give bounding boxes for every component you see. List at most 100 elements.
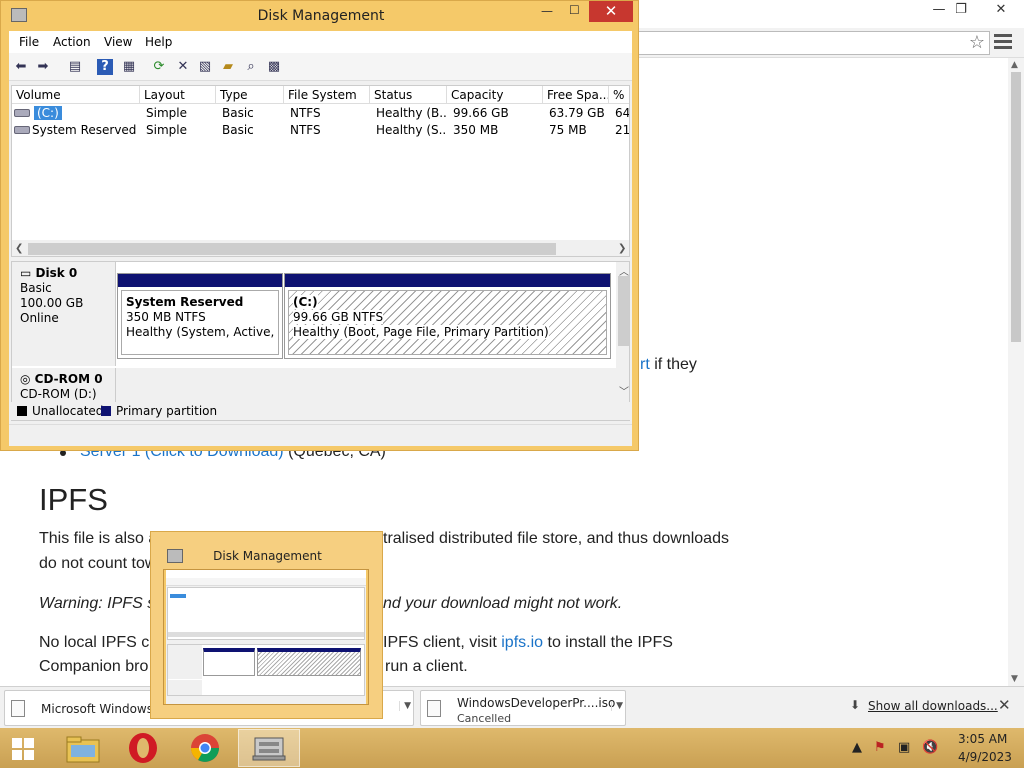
help-icon[interactable]: ? [97,59,113,75]
table-row[interactable]: (C:) Simple Basic NTFS Healthy (B... 99.… [12,105,629,122]
partition-name: System Reserved [126,295,244,309]
browser-close-button[interactable]: ✕ [984,0,1018,22]
volume-muted-icon[interactable]: 🔇 [922,740,938,755]
disk-name: Disk 0 [35,266,78,280]
download-arrow-icon: ⬇ [850,698,861,712]
column-header-capacity[interactable]: Capacity [447,86,543,104]
show-hidden-icons-icon[interactable]: ▲ [852,740,862,755]
table-row[interactable]: System Reserved Simple Basic NTFS Health… [12,122,629,139]
clock-time[interactable]: 3:05 AM [958,732,1007,746]
column-header-free-space[interactable]: Free Spa... [543,86,609,104]
thumbnail-menubar [166,570,366,578]
thumbnail-disk-label [168,645,202,679]
forward-arrow-icon[interactable]: ➡ [35,59,51,75]
delete-icon[interactable]: ✕ [175,59,191,75]
partition-system-reserved[interactable]: System Reserved 350 MB NTFS Healthy (Sys… [117,273,283,359]
paragraph-fragment: rt if they [640,356,697,373]
window-titlebar[interactable]: Disk Management — ☐ ✕ [1,1,638,31]
taskbar-disk-management[interactable] [238,729,300,767]
show-hide-console-tree-icon[interactable]: ▤ [67,59,83,75]
bookmark-star-icon[interactable]: ☆ [969,33,985,53]
ipfs-paragraph-start: This file is also a [39,530,158,547]
drive-icon [14,109,30,117]
browser-menu-icon[interactable] [994,34,1012,50]
status-cell: Healthy (B... [376,106,447,120]
menu-help[interactable]: Help [145,35,172,49]
menu-file[interactable]: File [19,35,39,49]
column-header-file-system[interactable]: File System [284,86,370,104]
menu-view[interactable]: View [104,35,132,49]
taskbar-chrome[interactable] [174,729,236,767]
download-options-caret-icon[interactable]: ▼ [399,701,411,711]
scroll-down-arrow-icon[interactable]: ﹀ [619,383,629,398]
disk-0-label[interactable]: ▭ Disk 0 Basic 100.00 GB Online [12,262,116,366]
primary-partition-bar [285,274,610,287]
search-icon[interactable]: ⌕ [243,59,259,75]
clock-date[interactable]: 4/9/2023 [958,750,1012,764]
legend-primary-partition: Primary partition [116,404,218,418]
free-space-cell: 75 MB [549,123,587,137]
back-arrow-icon[interactable]: ⬅ [13,59,29,75]
close-button[interactable]: ✕ [589,1,633,22]
page-scrollbar[interactable]: ▲ ▼ [1008,58,1024,686]
taskbar-thumbnail-preview[interactable]: Disk Management [150,531,383,719]
ipfs-client-paragraph-start: No local IPFS cli [39,634,157,651]
layout-cell: Simple [146,106,187,120]
opera-icon [129,733,157,763]
disk-management-window: Disk Management — ☐ ✕ File Action View H… [0,0,639,451]
free-space-cell: 63.79 GB [549,106,605,120]
minimize-icon[interactable]: — [541,4,553,18]
open-folder-icon[interactable]: ▰ [220,59,236,75]
partition-size: 350 MB NTFS [126,310,206,324]
column-header-status[interactable]: Status [370,86,447,104]
properties-icon[interactable]: ▦ [121,59,137,75]
legend: Unallocated Primary partition [11,402,630,420]
download-name: Microsoft Windows I [41,702,161,716]
primary-partition-swatch [101,406,111,416]
maximize-icon[interactable]: ☐ [569,3,580,17]
disk-pane-vertical-scrollbar[interactable]: ︿ ﹀ [616,262,629,407]
taskbar-file-explorer[interactable] [52,729,114,767]
column-header-layout[interactable]: Layout [140,86,216,104]
address-bar[interactable]: ☆ [636,31,990,55]
download-options-caret-icon[interactable]: ▼ [611,701,623,711]
action-center-flag-icon[interactable]: ⚑ [874,740,886,755]
settings-grid-icon[interactable]: ▩ [266,59,282,75]
taskbar-opera[interactable] [112,729,174,767]
scroll-right-arrow-icon[interactable]: ❯ [618,243,626,254]
vertical-scroll-thumb[interactable] [618,276,629,346]
ipfs-io-link[interactable]: ipfs.io [501,634,543,651]
horizontal-scroll-thumb[interactable] [28,243,556,255]
start-button[interactable] [0,729,48,767]
page-scroll-thumb[interactable] [1011,72,1021,342]
column-header-type[interactable]: Type [216,86,284,104]
scroll-left-arrow-icon[interactable]: ❮ [15,243,23,254]
ipfs-heading: IPFS [39,482,108,517]
volume-list-horizontal-scrollbar[interactable]: ❮ ❯ [12,240,629,256]
scroll-down-arrow-icon[interactable]: ▼ [1011,674,1018,684]
type-cell: Basic [222,123,254,137]
close-download-bar-icon[interactable]: ✕ [998,696,1011,714]
refresh-icon[interactable]: ⟳ [151,59,167,75]
ipfs-warning-start: Warning: IPFS su [39,595,165,612]
cdrom-drive: CD-ROM (D:) [20,387,97,401]
disk-type: Basic [20,281,52,295]
column-header-percent-free[interactable]: % F [609,86,629,104]
menu-action[interactable]: Action [53,35,91,49]
network-icon[interactable]: ▣ [898,740,910,755]
browser-restore-button[interactable]: ❐ [944,0,978,22]
partition-status: Healthy (Boot, Page File, Primary Partit… [293,325,549,339]
show-all-downloads-link[interactable]: Show all downloads... [868,699,998,713]
file-system-cell: NTFS [290,123,321,137]
check-icon[interactable]: ▧ [197,59,213,75]
taskbar: ▲ ⚑ ▣ 🔇 [0,728,1024,768]
download-item[interactable]: WindowsDeveloperPr....iso Cancelled ▼ [420,690,626,726]
file-icon [427,700,441,717]
page-link[interactable]: rt [640,356,650,373]
ipfs-paragraph-end: tralised distributed file store, and thu… [383,530,729,547]
download-status: Cancelled [457,712,512,725]
scroll-up-arrow-icon[interactable]: ▲ [1011,60,1018,70]
column-header-volume[interactable]: Volume [12,86,140,104]
partition-c-drive[interactable]: (C:) 99.66 GB NTFS Healthy (Boot, Page F… [284,273,611,359]
thumbnail-toolbar [166,578,366,586]
